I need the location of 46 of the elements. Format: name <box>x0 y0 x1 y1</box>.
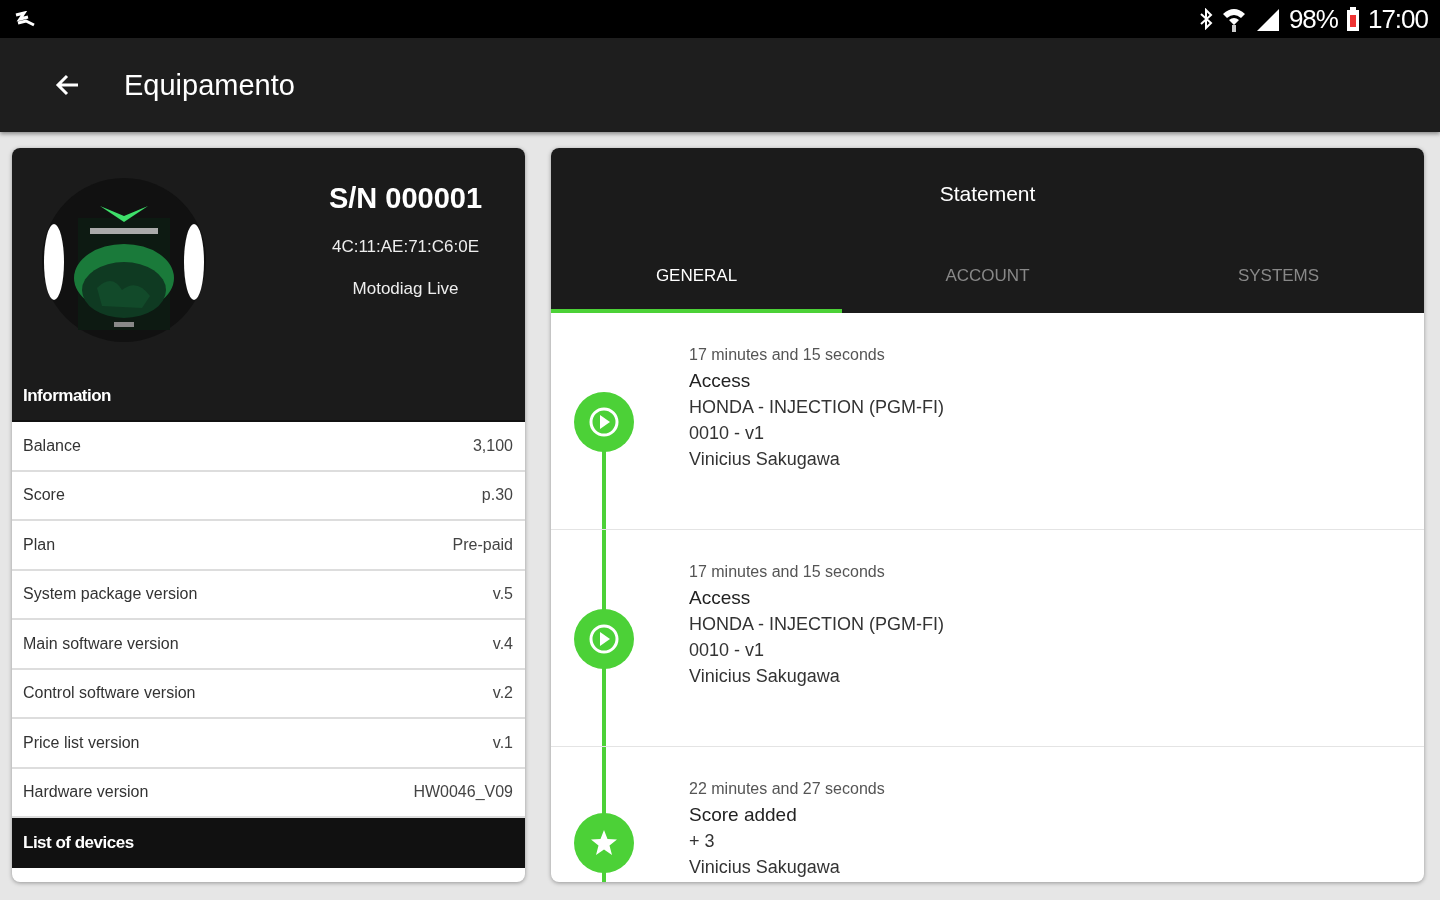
tab[interactable]: GENERAL <box>551 247 842 313</box>
info-value: p.30 <box>481 486 513 505</box>
event-time: 17 minutes and 15 seconds <box>689 563 885 581</box>
bluetooth-icon <box>1198 8 1213 30</box>
mac-address: 4C:11:AE:71:C6:0E <box>331 237 480 257</box>
event-detail: Vinicius Sakugawa <box>689 665 840 688</box>
tab[interactable]: SYSTEMS <box>1133 247 1424 313</box>
event-detail: Vinicius Sakugawa <box>689 856 840 879</box>
info-label: System package version <box>23 585 198 604</box>
info-label: Score <box>23 486 65 505</box>
info-value: v.5 <box>492 585 513 604</box>
screen-title: Equipamento <box>124 68 295 102</box>
event-detail: HONDA - INJECTION (PGM-FI) <box>689 396 944 419</box>
info-label: Hardware version <box>23 783 149 802</box>
info-value: 3,100 <box>472 436 513 455</box>
clock: 17:00 <box>1367 3 1428 35</box>
event-time: 22 minutes and 27 seconds <box>689 780 885 798</box>
card-title: Statement <box>938 182 1037 206</box>
info-value: Pre-paid <box>452 535 513 554</box>
info-value: v.4 <box>492 634 513 653</box>
event-time: 17 minutes and 15 seconds <box>689 346 885 364</box>
event-detail: HONDA - INJECTION (PGM-FI) <box>689 613 944 636</box>
info-value: HW0046_V09 <box>413 783 513 802</box>
section-header: List of devices <box>12 818 525 868</box>
info-label: Plan <box>23 535 56 554</box>
device-model: Motodiag Live <box>352 279 459 299</box>
info-label: Balance <box>23 436 81 455</box>
info-value: v.1 <box>492 733 513 752</box>
serial-number: S/N 000001 <box>328 182 483 215</box>
event-detail: Vinicius Sakugawa <box>689 448 840 471</box>
battery-icon <box>1345 7 1360 31</box>
section-header: Information <box>12 372 525 422</box>
info-label: Price list version <box>23 733 140 752</box>
event-title: Access <box>689 586 751 610</box>
info-value: v.2 <box>492 684 513 703</box>
event-detail: 0010 - v1 <box>689 639 765 662</box>
tab[interactable]: ACCOUNT <box>842 247 1133 313</box>
back-arrow-icon <box>54 73 80 97</box>
info-label: Control software version <box>23 684 196 703</box>
event-detail: + 3 <box>689 830 715 853</box>
event-title: Access <box>689 369 751 393</box>
event-title: Score added <box>689 803 797 827</box>
info-label: Main software version <box>23 634 179 653</box>
battery-percent: 98% <box>1288 3 1338 35</box>
notification-icon <box>14 11 36 27</box>
event-detail: 0010 - v1 <box>689 422 765 445</box>
